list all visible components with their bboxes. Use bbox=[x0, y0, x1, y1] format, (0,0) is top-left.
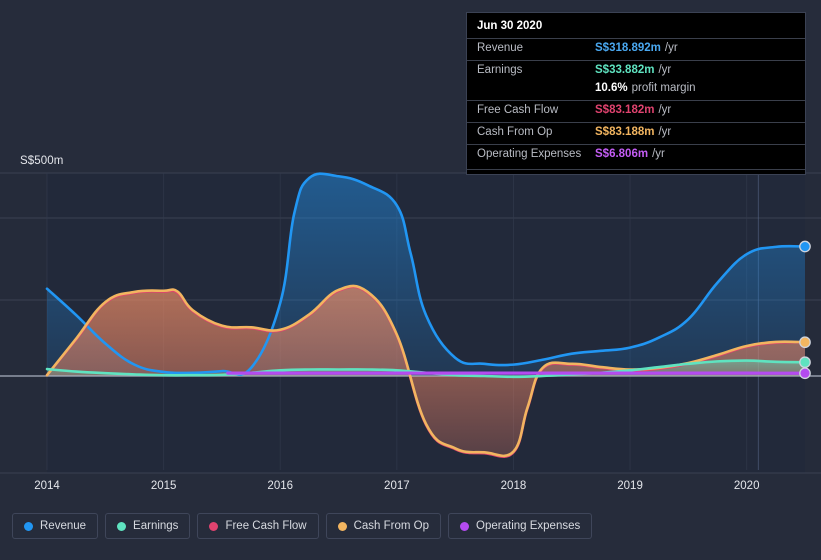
legend-item-operating-expenses[interactable]: Operating Expenses bbox=[448, 513, 593, 539]
chart-legend: Revenue Earnings Free Cash Flow Cash From O… bbox=[12, 513, 593, 539]
legend-item-label: Operating Expenses bbox=[476, 520, 581, 532]
tooltip-row-value-wrap: S$318.892m/yr bbox=[595, 42, 678, 54]
tooltip-rows: Revenue S$318.892m/yr Earnings S$33.882m/yr… bbox=[467, 38, 805, 166]
tooltip-row-unit: profit margin bbox=[631, 82, 696, 94]
tooltip-date: Jun 30 2020 bbox=[477, 20, 543, 32]
x-axis: 2014 2015 2016 2017 2018 2019 2020 bbox=[0, 480, 821, 504]
tooltip-row-value-wrap: S$83.182m/yr bbox=[595, 104, 671, 116]
legend-item-free-cash-flow[interactable]: Free Cash Flow bbox=[197, 513, 319, 539]
tooltip-row: Free Cash Flow S$83.182m/yr bbox=[467, 100, 805, 122]
x-axis-tick-2015: 2015 bbox=[150, 480, 177, 492]
legend-item-label: Cash From Op bbox=[353, 520, 430, 532]
tooltip-row-label: Revenue bbox=[477, 42, 524, 54]
tooltip-row: 10.6% profit margin bbox=[467, 82, 805, 100]
legend-color-dot-icon bbox=[209, 521, 219, 531]
tooltip-row-value-wrap: S$6.806m/yr bbox=[595, 148, 665, 160]
tooltip-row-value: S$83.188m bbox=[595, 126, 655, 138]
plot-svg bbox=[0, 172, 821, 474]
legend-color-dot-icon bbox=[337, 521, 347, 531]
tooltip-row-unit: /yr bbox=[664, 42, 678, 54]
x-axis-tick-2017: 2017 bbox=[384, 480, 410, 492]
tooltip-row-label: Operating Expenses bbox=[477, 148, 582, 160]
tooltip-row-value: S$33.882m bbox=[595, 64, 655, 76]
x-axis-tick-2016: 2016 bbox=[267, 480, 294, 492]
tooltip-row-unit: /yr bbox=[652, 148, 665, 160]
data-tooltip: Jun 30 2020 Revenue S$318.892m/yr Earnings… bbox=[466, 12, 806, 175]
x-axis-tick-2014: 2014 bbox=[34, 480, 60, 492]
tooltip-bottom-rule bbox=[467, 169, 805, 170]
legend-color-dot-icon bbox=[460, 521, 470, 531]
x-axis-tick-2018: 2018 bbox=[500, 480, 527, 492]
plot-area bbox=[0, 170, 821, 480]
tooltip-row-label: Cash From Op bbox=[477, 126, 553, 138]
tooltip-row-value: S$6.806m bbox=[595, 148, 649, 160]
legend-item-label: Revenue bbox=[40, 520, 87, 532]
tooltip-row: Earnings S$33.882m/yr bbox=[467, 60, 805, 82]
tooltip-row-value-wrap: 10.6% profit margin bbox=[595, 82, 696, 94]
financial-chart: S$500m S$0 -S$200m 201420152016201720182… bbox=[0, 0, 821, 560]
tooltip-row-unit: /yr bbox=[658, 104, 672, 116]
legend-item-label: Earnings bbox=[133, 520, 179, 532]
legend-item-label: Free Cash Flow bbox=[225, 520, 307, 532]
tooltip-row-unit: /yr bbox=[658, 126, 672, 138]
legend-color-dot-icon bbox=[117, 521, 127, 531]
legend-item-revenue[interactable]: Revenue bbox=[12, 513, 99, 539]
x-axis-tick-2020: 2020 bbox=[733, 480, 760, 492]
tooltip-row: Cash From Op S$83.188m/yr bbox=[467, 122, 805, 144]
legend-item-earnings[interactable]: Earnings bbox=[105, 513, 191, 539]
x-axis-tick-2019: 2019 bbox=[617, 480, 643, 492]
y-axis-label-500m: S$500m bbox=[20, 155, 64, 167]
legend-color-dot-icon bbox=[24, 521, 33, 531]
tooltip-row-value: S$83.182m bbox=[595, 104, 655, 116]
legend-item-cash-from-op[interactable]: Cash From Op bbox=[325, 513, 442, 539]
tooltip-row-value-wrap: S$83.188m/yr bbox=[595, 126, 671, 138]
tooltip-row-label: Free Cash Flow bbox=[477, 104, 559, 116]
tooltip-row: Revenue S$318.892m/yr bbox=[467, 38, 805, 60]
tooltip-row-label: Earnings bbox=[477, 64, 523, 76]
tooltip-row: Operating Expenses S$6.806m/yr bbox=[467, 144, 805, 166]
tooltip-row-value: S$318.892m bbox=[595, 42, 661, 54]
tooltip-row-unit: /yr bbox=[658, 64, 672, 76]
tooltip-row-value: 10.6% bbox=[595, 82, 628, 94]
tooltip-row-value-wrap: S$33.882m/yr bbox=[595, 64, 671, 76]
